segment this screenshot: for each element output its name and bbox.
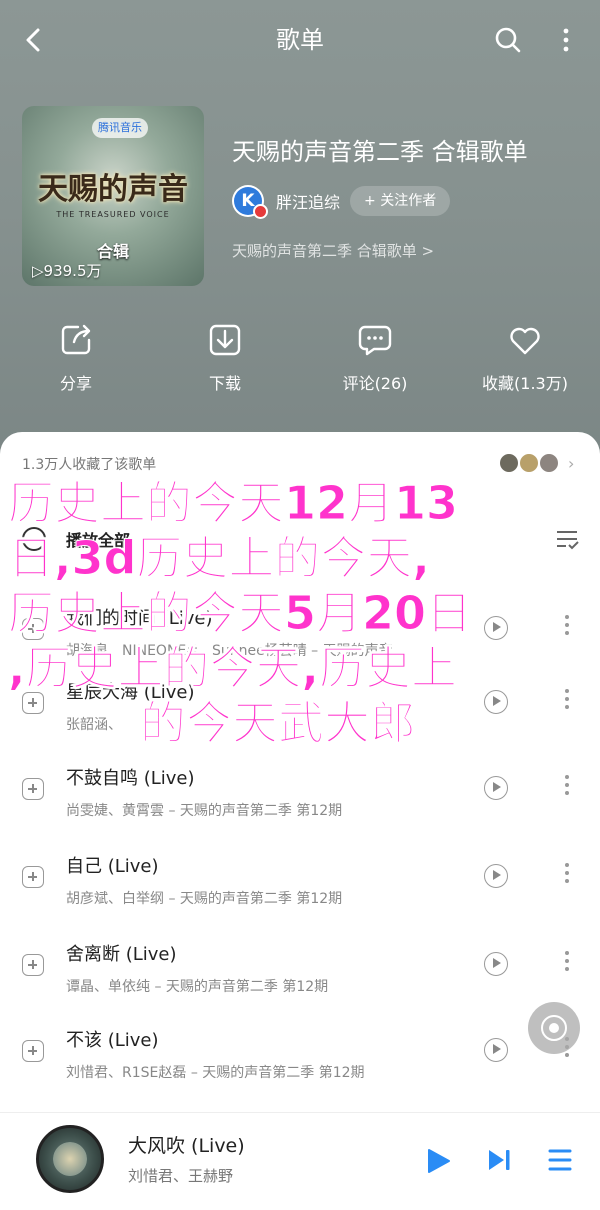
download-button[interactable]: 下载 — [165, 320, 285, 394]
comment-button[interactable]: 评论(26) — [315, 320, 435, 394]
play-count: ▷939.5万 — [32, 260, 102, 281]
author-row: K 胖汪追综 + 关注作者 — [232, 184, 451, 219]
song-row[interactable]: 自己 (Live) 胡彦斌、白举纲 – 天赐的声音第二季 第12期 — [0, 834, 600, 920]
comment-label: 评论(26) — [342, 374, 408, 393]
play-video-icon[interactable] — [484, 864, 508, 888]
overlay-line: 日,3d历史上的今天, — [8, 531, 431, 586]
top-bar: 歌单 — [0, 0, 600, 80]
more-options-icon[interactable] — [560, 612, 574, 646]
chevron-right-icon[interactable]: › — [568, 454, 574, 473]
more-options-icon[interactable] — [560, 948, 574, 982]
now-playing-title: 大风吹 (Live) — [128, 1135, 245, 1157]
play-video-icon[interactable] — [484, 776, 508, 800]
follow-author-button[interactable]: + 关注作者 — [350, 186, 451, 216]
cover-subtitle: THE TREASURED VOICE — [56, 210, 170, 219]
search-icon[interactable] — [490, 22, 526, 58]
download-label: 下载 — [208, 374, 241, 393]
next-track-icon[interactable] — [484, 1145, 514, 1175]
song-title: 不鼓自鸣 (Live) — [66, 768, 195, 789]
song-subtitle: 刘惜君、R1SE赵磊 – 天赐的声音第二季 第12期 — [66, 1065, 365, 1081]
author-name[interactable]: 胖汪追综 — [276, 189, 340, 213]
heart-icon — [510, 327, 540, 355]
song-row[interactable]: 不该 (Live) 刘惜君、R1SE赵磊 – 天赐的声音第二季 第12期 — [0, 1008, 600, 1094]
favorited-count-text[interactable]: 1.3万人收藏了该歌单 — [22, 454, 156, 474]
play-icon[interactable] — [424, 1147, 452, 1175]
more-vertical-icon[interactable] — [548, 22, 584, 58]
share-label: 分享 — [59, 374, 92, 393]
song-subtitle: 谭晶、单依纯 – 天赐的声音第二季 第12期 — [66, 979, 329, 995]
song-title: 舍离断 (Live) — [66, 944, 177, 965]
overlay-line: 的今天武大郎 — [140, 696, 417, 751]
add-to-playlist-icon[interactable] — [22, 778, 44, 800]
song-row[interactable]: 舍离断 (Live) 谭晶、单依纯 – 天赐的声音第二季 第12期 — [0, 922, 600, 1008]
add-to-playlist-icon[interactable] — [22, 866, 44, 888]
song-title: 不该 (Live) — [66, 1030, 159, 1051]
play-count-value: 939.5万 — [43, 262, 102, 280]
overlay-line: 历史上的今天5月20日 — [8, 586, 473, 641]
download-icon — [209, 324, 241, 356]
playlist-cover[interactable]: 腾讯音乐 天赐的声音 THE TREASURED VOICE 合辑 ▷939.5… — [22, 106, 204, 286]
favorite-button[interactable]: 收藏(1.3万) — [465, 320, 585, 394]
avatar — [538, 452, 560, 474]
song-subtitle: 胡彦斌、白举纲 – 天赐的声音第二季 第12期 — [66, 891, 343, 907]
add-to-playlist-icon[interactable] — [22, 954, 44, 976]
song-title: 自己 (Live) — [66, 856, 159, 877]
mini-player[interactable]: 大风吹 (Live) 刘惜君、王赫野 — [0, 1112, 600, 1210]
favoriter-avatars[interactable] — [498, 452, 564, 476]
more-options-icon[interactable] — [560, 772, 574, 806]
avatar — [518, 452, 540, 474]
action-bar: 分享 下载 评论(26) 收藏(1.3万) — [0, 320, 600, 400]
more-options-icon[interactable] — [560, 686, 574, 720]
avatar — [498, 452, 520, 474]
multi-select-icon[interactable] — [554, 526, 580, 552]
add-to-playlist-icon[interactable] — [22, 1040, 44, 1062]
more-options-icon[interactable] — [560, 860, 574, 894]
overlay-line: ,历史上的今天,历史上 — [8, 641, 458, 696]
cover-show-title: 天赐的声音 — [38, 172, 188, 207]
song-row[interactable]: 不鼓自鸣 (Live) 尚雯婕、黄霄雲 – 天赐的声音第二季 第12期 — [0, 746, 600, 832]
watermark-overlay-text: 历史上的今天12月13 日,3d历史上的今天, 历史上的今天5月20日 ,历史上… — [8, 476, 528, 751]
comment-icon — [358, 325, 392, 356]
play-count-icon: ▷ — [32, 262, 44, 280]
favorite-label: 收藏(1.3万) — [482, 374, 568, 393]
play-video-icon[interactable] — [484, 952, 508, 976]
playlist-description[interactable]: 天赐的声音第二季 合辑歌单 > — [232, 240, 434, 261]
cover-logo: 腾讯音乐 — [92, 118, 148, 138]
playlist-title: 天赐的声音第二季 合辑歌单 — [232, 138, 528, 166]
overlay-line: 历史上的今天12月13 — [8, 476, 459, 531]
song-subtitle: 尚雯婕、黄霄雲 – 天赐的声音第二季 第12期 — [66, 803, 343, 819]
verified-badge-icon — [253, 204, 268, 219]
play-video-icon[interactable] — [484, 1038, 508, 1062]
cover-collection-label: 合辑 — [96, 242, 129, 261]
share-icon — [61, 324, 91, 355]
album-art-disc[interactable] — [36, 1125, 104, 1193]
playlist-queue-icon[interactable] — [546, 1145, 574, 1175]
locate-current-song-button[interactable] — [528, 1002, 580, 1054]
author-avatar[interactable]: K — [232, 185, 268, 219]
share-button[interactable]: 分享 — [16, 320, 136, 394]
now-playing-artists: 刘惜君、王赫野 — [128, 1167, 234, 1185]
